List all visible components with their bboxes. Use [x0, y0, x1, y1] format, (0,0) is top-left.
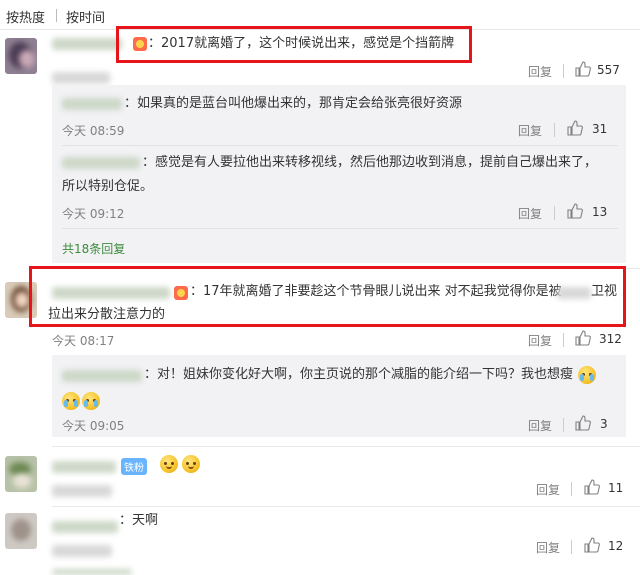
reply-button[interactable]: 回复 [518, 205, 542, 222]
like-count: 12 [608, 539, 624, 553]
blurred-username[interactable] [62, 98, 122, 110]
comment-text: ：天啊 [119, 513, 159, 528]
sort-separator [56, 9, 57, 22]
reply-text-line2: 所以特别仓促。 [62, 179, 154, 194]
reply-text: ：如果真的是蓝台叫他爆出来的，那肯定会给张亮很好资源 [124, 96, 463, 111]
blurred-username[interactable] [52, 461, 116, 473]
blurred-username [52, 569, 132, 575]
action-separator [554, 206, 555, 220]
action-separator [563, 418, 564, 432]
reply-timestamp: 今天 09:05 [62, 419, 125, 433]
comment-timestamp: 今天 08:17 [52, 334, 115, 348]
reply-button[interactable]: 回复 [518, 122, 542, 139]
speechless-emoji-icon [160, 455, 178, 473]
blurred-username[interactable] [52, 521, 118, 533]
sort-by-hot-tab[interactable]: 按热度 [6, 7, 45, 26]
reply-button[interactable]: 回复 [528, 63, 552, 80]
comment-divider [52, 446, 640, 447]
comment-divider [52, 506, 640, 507]
blurred-username[interactable] [62, 157, 140, 169]
like-count: 31 [592, 122, 608, 136]
action-separator [563, 333, 564, 347]
thumbs-up-icon[interactable] [575, 61, 591, 77]
reply-divider [62, 145, 618, 146]
blurred-username[interactable] [62, 370, 142, 382]
thumbs-up-icon[interactable] [584, 537, 600, 553]
more-replies-link[interactable]: 共18条回复 [62, 240, 125, 257]
avatar[interactable] [5, 456, 37, 492]
sort-by-time-tab[interactable]: 按时间 [66, 7, 105, 26]
thumbs-up-icon[interactable] [567, 203, 583, 219]
crying-emoji-icon [82, 392, 100, 410]
like-count: 11 [608, 481, 624, 495]
blurred-timestamp [52, 545, 112, 557]
reply-text: ：感觉是有人要拉他出来转移视线，然后他那边收到消息，提前自己爆出来了， [142, 155, 598, 170]
like-count: 557 [597, 63, 620, 77]
like-count: 13 [592, 205, 608, 219]
reply-text: ：对！姐妹你变化好大啊，你主页说的那个减脂的能介绍一下吗？我也想瘦 [144, 367, 574, 382]
action-separator [571, 540, 572, 554]
speechless-emoji-icon [182, 455, 200, 473]
highlight-box [29, 266, 626, 327]
blurred-timestamp [52, 72, 110, 84]
thumbs-up-icon[interactable] [575, 415, 591, 431]
highlight-box [116, 26, 472, 63]
like-count: 3 [600, 417, 608, 431]
reply-button[interactable]: 回复 [536, 539, 560, 556]
avatar[interactable] [5, 38, 37, 74]
action-separator [554, 123, 555, 137]
crying-emoji-icon [578, 366, 596, 384]
reply-button[interactable]: 回复 [536, 481, 560, 498]
action-separator [563, 64, 564, 78]
thumbs-up-icon[interactable] [567, 120, 583, 136]
reply-timestamp: 今天 09:12 [62, 207, 125, 221]
blurred-timestamp [52, 485, 112, 497]
reply-button[interactable]: 回复 [528, 332, 552, 349]
reply-divider [62, 228, 618, 229]
blurred-username[interactable] [52, 38, 122, 50]
action-separator [571, 482, 572, 496]
thumbs-up-icon[interactable] [575, 330, 591, 346]
fan-badge: 铁粉 [121, 458, 147, 475]
reply-button[interactable]: 回复 [528, 417, 552, 434]
crying-emoji-icon [62, 392, 80, 410]
reply-timestamp: 今天 08:59 [62, 124, 125, 138]
thumbs-up-icon[interactable] [584, 479, 600, 495]
avatar[interactable] [5, 513, 37, 549]
like-count: 312 [599, 332, 622, 346]
